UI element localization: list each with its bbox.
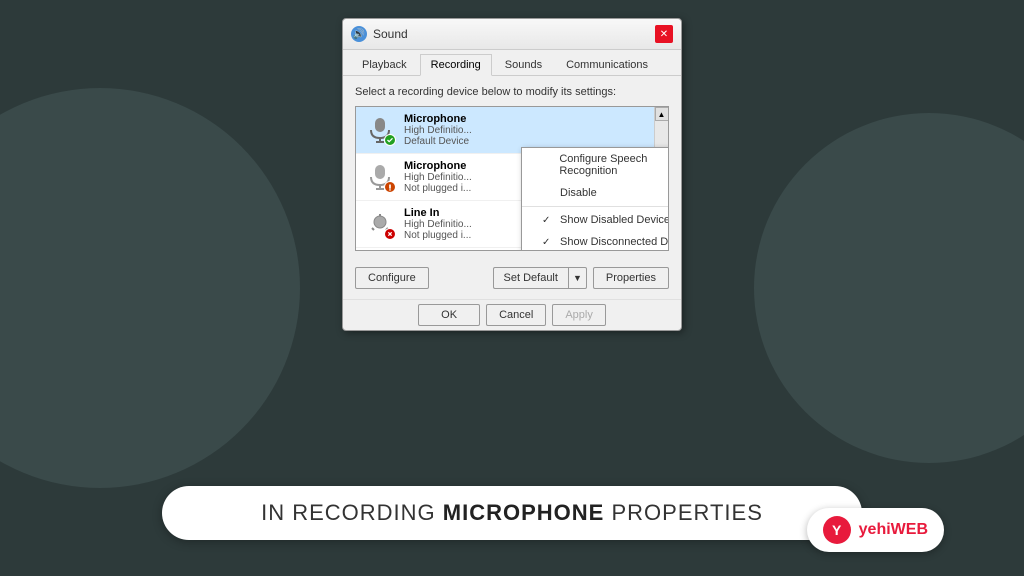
cancel-button[interactable]: Cancel: [486, 304, 546, 326]
logo-prefix: yehi: [859, 521, 891, 538]
device-list: Microphone High Definitio... Default Dev…: [355, 106, 669, 251]
tab-communications[interactable]: Communications: [555, 54, 659, 75]
banner-suffix: PROPERTIES: [604, 500, 763, 525]
device-info-1: Microphone High Definitio... Default Dev…: [404, 113, 660, 147]
status-badge-3: [384, 228, 396, 240]
close-button[interactable]: ✕: [655, 25, 673, 43]
title-left: 🔊 Sound: [351, 26, 408, 42]
context-menu: Configure Speech Recognition Disable ✓ S…: [521, 147, 669, 251]
tab-sounds[interactable]: Sounds: [494, 54, 553, 75]
dialog-footer-2: OK Cancel Apply: [343, 299, 681, 330]
logo-bold: WEB: [891, 521, 928, 538]
device-desc2-1: Default Device: [404, 136, 660, 147]
dialog-body: Select a recording device below to modif…: [343, 76, 681, 261]
set-default-arrow[interactable]: ▼: [568, 267, 587, 289]
sound-icon: 🔊: [351, 26, 367, 42]
device-desc1-1: High Definitio...: [404, 125, 660, 136]
status-badge-1: [384, 134, 396, 146]
set-default-group: Set Default ▼: [493, 267, 587, 289]
bottom-banner: IN RECORDING MICROPHONE PROPERTIES: [162, 486, 862, 540]
properties-button[interactable]: Properties: [593, 267, 669, 289]
sound-dialog: 🔊 Sound ✕ Playback Recording Sounds Comm…: [342, 18, 682, 331]
context-menu-show-disabled[interactable]: ✓ Show Disabled Devices: [522, 209, 669, 231]
scroll-up-arrow[interactable]: ▲: [655, 107, 669, 121]
dialog-footer-1: Configure Set Default ▼ Properties: [343, 261, 681, 299]
context-menu-divider-1: [522, 206, 669, 207]
logo-icon: Y: [823, 516, 851, 544]
main-content: 🔊 Sound ✕ Playback Recording Sounds Comm…: [0, 0, 1024, 576]
device-icon-3: [364, 208, 396, 240]
tab-playback[interactable]: Playback: [351, 54, 418, 75]
context-menu-disable[interactable]: Disable: [522, 182, 669, 204]
device-name-1: Microphone: [404, 113, 660, 125]
banner-bold: MICROPHONE: [443, 500, 605, 525]
configure-button[interactable]: Configure: [355, 267, 429, 289]
dialog-title: Sound: [373, 27, 408, 41]
device-icon-1: [364, 114, 396, 146]
device-icon-2: [364, 161, 396, 193]
context-menu-configure[interactable]: Configure Speech Recognition: [522, 148, 669, 182]
tab-recording[interactable]: Recording: [420, 54, 492, 76]
apply-button[interactable]: Apply: [552, 304, 606, 326]
status-badge-2: [384, 181, 396, 193]
tab-bar: Playback Recording Sounds Communications: [343, 50, 681, 76]
ok-button[interactable]: OK: [418, 304, 480, 326]
context-menu-show-disconnected[interactable]: ✓ Show Disconnected Devices: [522, 231, 669, 251]
instruction-text: Select a recording device below to modif…: [355, 86, 669, 98]
dialog-titlebar: 🔊 Sound ✕: [343, 19, 681, 50]
logo-badge: Y yehiWEB: [807, 508, 944, 552]
logo-text: yehiWEB: [859, 521, 928, 539]
banner-text: IN RECORDING MICROPHONE PROPERTIES: [261, 500, 763, 526]
set-default-button[interactable]: Set Default: [493, 267, 568, 289]
banner-prefix: IN RECORDING: [261, 500, 443, 525]
